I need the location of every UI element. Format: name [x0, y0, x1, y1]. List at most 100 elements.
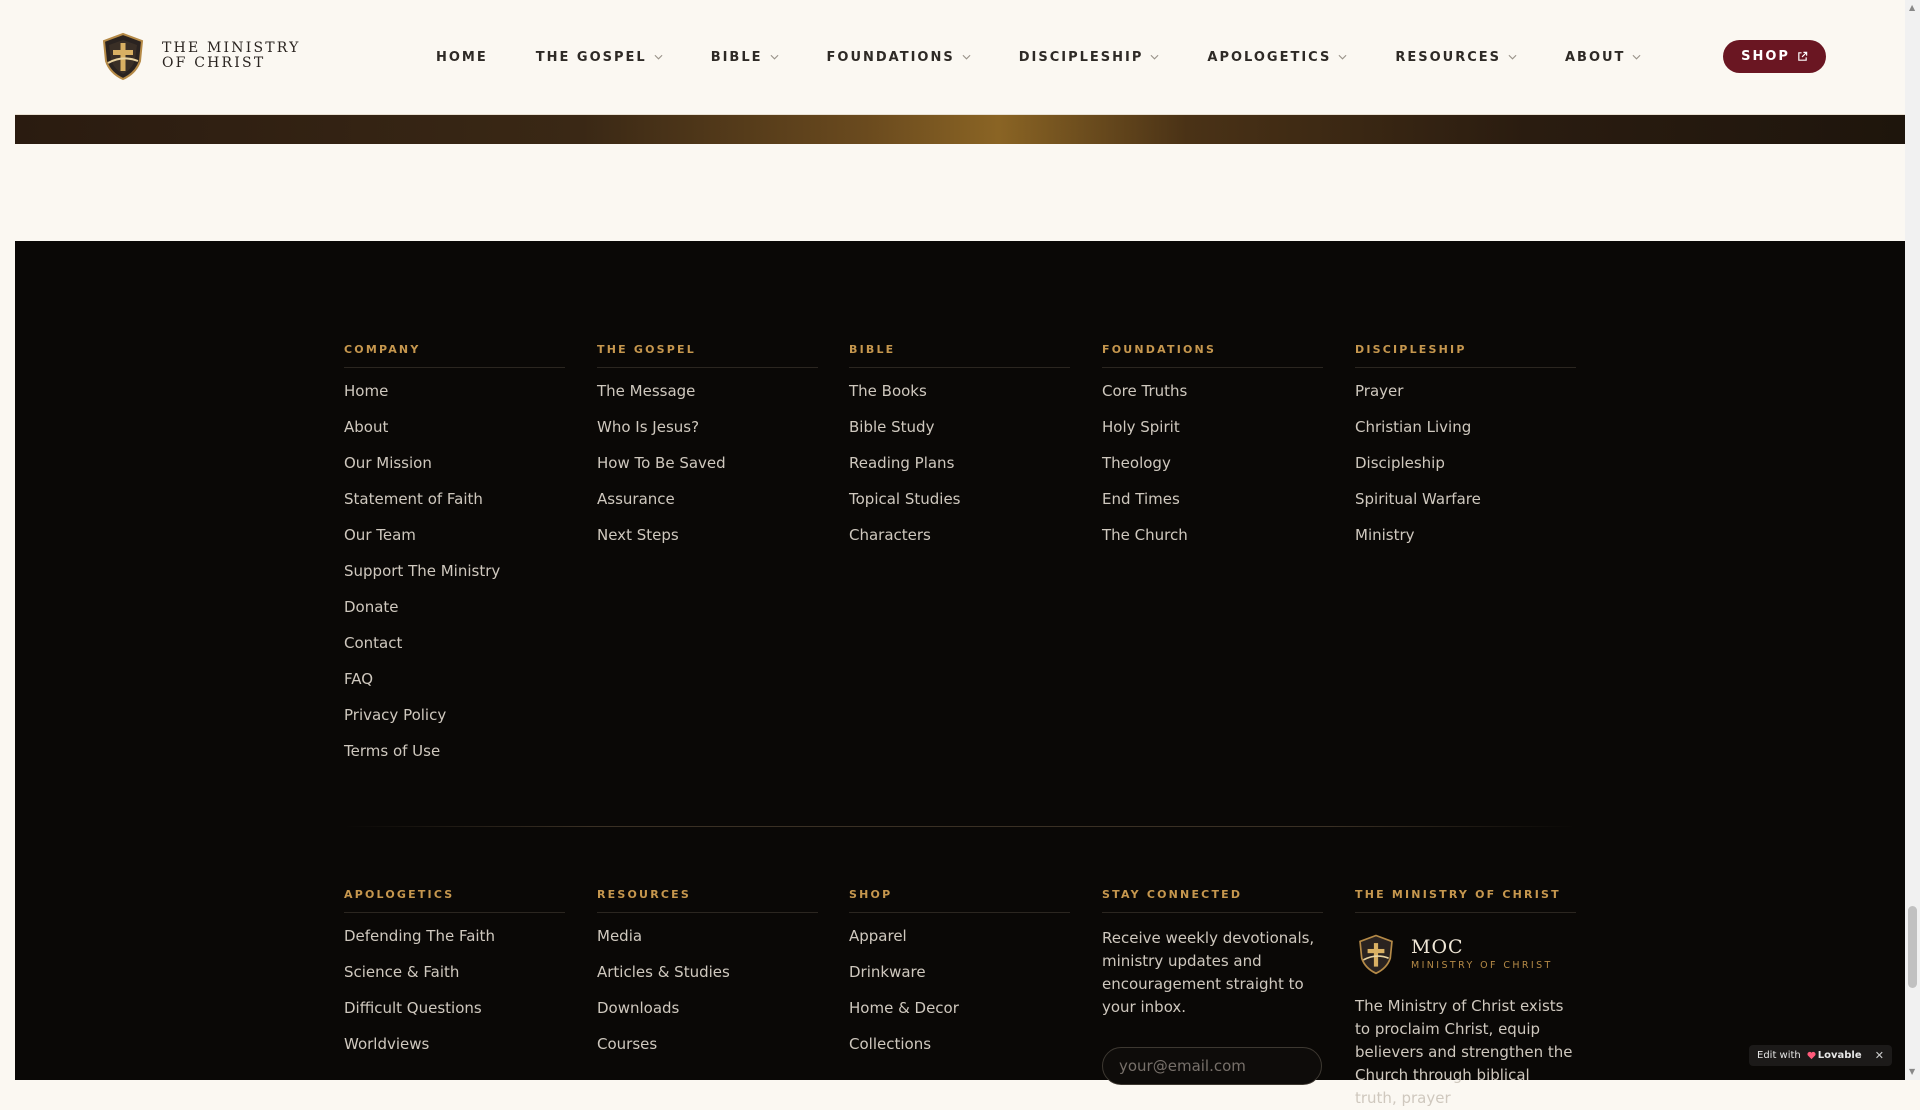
footer-link[interactable]: About	[344, 417, 565, 437]
footer-link[interactable]: Core Truths	[1102, 381, 1323, 401]
footer-link[interactable]: Discipleship	[1355, 453, 1576, 473]
footer-link[interactable]: Our Mission	[344, 453, 565, 473]
footer-col-newsletter: STAY CONNECTED Receive weekly devotional…	[1102, 888, 1323, 1085]
edit-with-lovable-badge[interactable]: Edit with Lovable ✕	[1749, 1045, 1892, 1066]
footer-link[interactable]: Collections	[849, 1034, 1070, 1054]
footer-logo[interactable]: MOC MINISTRY OF CHRIST	[1355, 933, 1576, 975]
footer-link[interactable]: Defending The Faith	[344, 926, 565, 946]
footer-link[interactable]: Apparel	[849, 926, 1070, 946]
footer-link[interactable]: The Church	[1102, 525, 1323, 545]
nav-item-label: APOLOGETICS	[1207, 49, 1332, 65]
scroll-up-arrow-icon[interactable]: ▲	[1909, 3, 1915, 12]
footer-col-about: THE MINISTRY OF CHRIST MOC MINISTRY OF C…	[1355, 888, 1576, 1110]
footer-link[interactable]: Privacy Policy	[344, 705, 565, 725]
footer-link[interactable]: Next Steps	[597, 525, 818, 545]
footer-link[interactable]: Articles & Studies	[597, 962, 818, 982]
email-input[interactable]	[1102, 1047, 1322, 1085]
footer-link[interactable]: Who Is Jesus?	[597, 417, 818, 437]
page-scrollbar[interactable]: ▲ ▼	[1905, 0, 1920, 1080]
footer-link[interactable]: Reading Plans	[849, 453, 1070, 473]
footer-link[interactable]: Courses	[597, 1034, 818, 1054]
nav-item-home[interactable]: HOME	[436, 50, 488, 65]
footer-col-title: COMPANY	[344, 343, 565, 368]
footer-col-apologetics: APOLOGETICS Defending The Faith Science & …	[344, 888, 565, 1070]
footer-link[interactable]: Media	[597, 926, 818, 946]
footer-link[interactable]: Spiritual Warfare	[1355, 489, 1576, 509]
scrollbar-thumb[interactable]	[1908, 906, 1917, 988]
footer-link[interactable]: The Message	[597, 381, 818, 401]
nav-item-apologetics[interactable]: APOLOGETICS	[1207, 50, 1347, 65]
chevron-down-icon	[1150, 54, 1159, 60]
footer-link[interactable]: Christian Living	[1355, 417, 1576, 437]
lovable-heart-icon	[1807, 1051, 1816, 1060]
crest-icon	[1355, 933, 1397, 975]
footer-link[interactable]: Difficult Questions	[344, 998, 565, 1018]
footer-link[interactable]: Statement of Faith	[344, 489, 565, 509]
site-logo[interactable]: THE MINISTRY OF CHRIST	[98, 31, 301, 81]
footer-link[interactable]: Science & Faith	[344, 962, 565, 982]
nav-item-label: DISCIPLESHIP	[1018, 49, 1144, 65]
footer-link[interactable]: Contact	[344, 633, 565, 653]
footer-link[interactable]: Downloads	[597, 998, 818, 1018]
footer-link[interactable]: Prayer	[1355, 381, 1576, 401]
footer-col-title: BIBLE	[849, 343, 1070, 368]
external-link-icon	[1798, 51, 1808, 61]
shop-button[interactable]: SHOP	[1723, 40, 1826, 73]
footer-link[interactable]: Topical Studies	[849, 489, 1070, 509]
close-icon[interactable]: ✕	[1875, 1049, 1884, 1062]
badge-brand: Lovable	[1807, 1050, 1862, 1061]
brand-name-line1: THE MINISTRY	[162, 40, 301, 56]
footer-link[interactable]: Home & Decor	[849, 998, 1070, 1018]
footer-link[interactable]: Terms of Use	[344, 741, 565, 761]
footer-link[interactable]: FAQ	[344, 669, 565, 689]
nav-item-the-gospel[interactable]: THE GOSPEL	[536, 50, 663, 65]
footer-link[interactable]: Our Team	[344, 525, 565, 545]
nav-item-resources[interactable]: RESOURCES	[1395, 50, 1517, 65]
newsletter-text: Receive weekly devotionals, ministry upd…	[1102, 929, 1315, 1016]
nav-item-foundations[interactable]: FOUNDATIONS	[827, 50, 971, 65]
nav-item-bible[interactable]: BIBLE	[711, 50, 779, 65]
nav-item-discipleship[interactable]: DISCIPLESHIP	[1019, 50, 1160, 65]
shop-button-label: SHOP	[1741, 49, 1790, 64]
footer-col-title: THE MINISTRY OF CHRIST	[1355, 888, 1576, 913]
chevron-down-icon	[1338, 54, 1347, 60]
badge-brand-name: Lovable	[1817, 1050, 1862, 1061]
footer-link[interactable]: The Books	[849, 381, 1070, 401]
footer-link[interactable]: Bible Study	[849, 417, 1070, 437]
footer-link[interactable]: Donate	[344, 597, 565, 617]
footer-logo-subtitle: MINISTRY OF CHRIST	[1411, 960, 1553, 971]
site-header: THE MINISTRY OF CHRIST HOME THE GOSPEL BIB…	[15, 0, 1905, 115]
badge-prefix: Edit with	[1757, 1050, 1801, 1061]
main-nav: HOME THE GOSPEL BIBLE FOUNDATIONS DISCIPLESH…	[436, 0, 1689, 114]
footer-logo-title: MOC	[1411, 936, 1464, 958]
footer-col-title: SHOP	[849, 888, 1070, 913]
about-description: The Ministry of Christ exists to proclai…	[1355, 997, 1573, 1107]
footer-col-title: APOLOGETICS	[344, 888, 565, 913]
scroll-down-arrow-icon[interactable]: ▼	[1909, 1067, 1915, 1076]
footer-link[interactable]: Ministry	[1355, 525, 1576, 545]
footer-link[interactable]: Theology	[1102, 453, 1323, 473]
nav-item-label: THE GOSPEL	[535, 49, 647, 65]
chevron-down-icon	[1508, 54, 1517, 60]
footer-col-title: STAY CONNECTED	[1102, 888, 1323, 913]
footer-col-discipleship: DISCIPLESHIP Prayer Christian Living Discip…	[1355, 343, 1576, 561]
nav-item-label: ABOUT	[1564, 49, 1626, 65]
crest-icon	[98, 31, 148, 81]
footer-link[interactable]: Characters	[849, 525, 1070, 545]
nav-item-label: FOUNDATIONS	[826, 49, 955, 65]
nav-item-label: HOME	[436, 49, 488, 65]
footer-link[interactable]: How To Be Saved	[597, 453, 818, 473]
footer-link[interactable]: Support The Ministry	[344, 561, 565, 581]
footer-link[interactable]: Home	[344, 381, 565, 401]
footer-link[interactable]: Worldviews	[344, 1034, 565, 1054]
footer-link[interactable]: End Times	[1102, 489, 1323, 509]
nav-item-about[interactable]: ABOUT	[1565, 50, 1641, 65]
spacer-section	[15, 144, 1905, 241]
footer-link[interactable]: Drinkware	[849, 962, 1070, 982]
nav-item-label: BIBLE	[710, 49, 763, 65]
footer-col-resources: RESOURCES Media Articles & Studies Download…	[597, 888, 818, 1070]
footer-col-company: COMPANY Home About Our Mission Statement of …	[344, 343, 565, 777]
footer-link[interactable]: Holy Spirit	[1102, 417, 1323, 437]
footer-col-shop: SHOP Apparel Drinkware Home & Decor Collecti…	[849, 888, 1070, 1070]
footer-link[interactable]: Assurance	[597, 489, 818, 509]
